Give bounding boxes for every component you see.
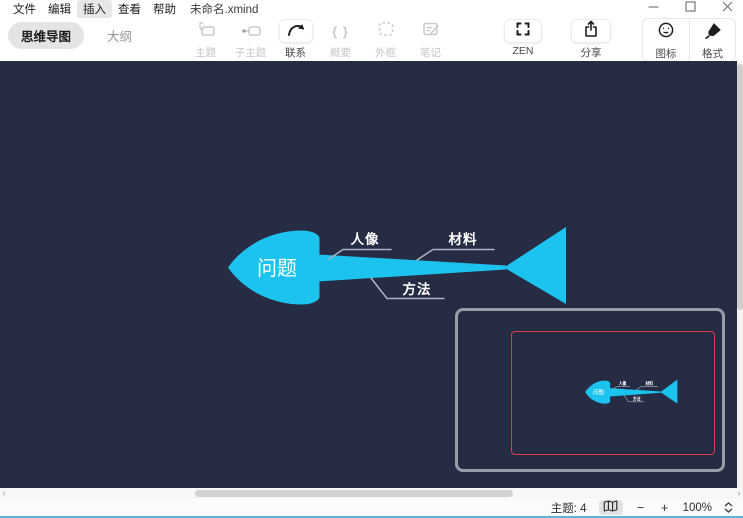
share-icon (579, 19, 603, 44)
topic-count-value: 4 (580, 503, 586, 515)
zoom-stepper[interactable] (724, 502, 733, 513)
toolbar: 思维导图 大纲 主题 子主题 联系 { } 概要 外框 (0, 18, 743, 61)
toolbar-panel-group: 图标 格式 (642, 18, 736, 62)
zoom-level: 100% (683, 502, 712, 514)
zen-button[interactable]: ZEN (498, 18, 548, 60)
note-button[interactable]: 笔记 (408, 18, 453, 60)
tab-mindmap[interactable]: 思维导图 (8, 22, 84, 49)
app-window: 文件 编辑 插入 查看 帮助 未命名.xmind 思维导图 大纲 主题 子主题 (0, 0, 743, 518)
minimap-fishbone: 问题 人像 材料 方法 (583, 377, 679, 407)
menu-insert[interactable]: 插入 (77, 0, 112, 18)
mindmap-canvas[interactable]: 问题 人像 材料 方法 问题 (0, 61, 743, 488)
vertical-scrollbar-thumb[interactable] (737, 64, 743, 310)
fishbone-branch-fangfa[interactable]: 方法 (371, 278, 444, 299)
minimap[interactable]: 问题 人像 材料 方法 (455, 308, 725, 472)
summary-label: 概要 (330, 45, 351, 60)
topic-button[interactable]: 主题 (183, 18, 228, 60)
emoji-icon (655, 20, 677, 45)
summary-icon: { } (332, 24, 349, 39)
maximize-icon[interactable] (685, 1, 696, 12)
fishbone-spine[interactable] (318, 255, 506, 282)
branch-label[interactable]: 材料 (449, 231, 478, 247)
minimap-toggle-button[interactable] (599, 500, 623, 515)
menu-view[interactable]: 查看 (112, 0, 147, 18)
horizontal-scrollbar[interactable]: ‹ › (0, 488, 743, 499)
svg-text:人像: 人像 (619, 379, 627, 385)
toolbar-create-group: 主题 子主题 联系 { } 概要 外框 笔记 (183, 18, 453, 60)
topic-count: 主题: 4 (551, 500, 587, 516)
subtopic-icon (239, 19, 263, 44)
zen-icon (511, 19, 535, 44)
note-icon (419, 19, 443, 44)
topic-icon (194, 19, 218, 44)
subtopic-label: 子主题 (235, 45, 267, 60)
zen-label: ZEN (513, 45, 534, 57)
menu-file[interactable]: 文件 (7, 0, 42, 18)
format-button[interactable]: 格式 (689, 19, 735, 61)
minimize-icon[interactable] (648, 1, 659, 12)
boundary-button[interactable]: 外框 (363, 18, 408, 60)
zoom-in-button[interactable]: + (659, 501, 671, 514)
document-title: 未命名.xmind (190, 1, 258, 17)
icon-marker-button[interactable]: 图标 (643, 19, 689, 61)
relationship-button[interactable]: 联系 (273, 18, 318, 60)
icon-marker-label: 图标 (656, 46, 677, 61)
boundary-label: 外框 (375, 45, 396, 60)
svg-text:材料: 材料 (645, 379, 654, 385)
chevron-up-icon[interactable] (724, 502, 733, 507)
fishbone-head-topic[interactable]: 问题 (257, 257, 297, 280)
summary-button[interactable]: { } 概要 (318, 18, 363, 60)
boundary-icon (374, 19, 398, 44)
view-switcher: 思维导图 大纲 (8, 22, 145, 49)
relationship-label: 联系 (285, 45, 306, 60)
branch-label[interactable]: 人像 (351, 231, 380, 247)
menubar: 文件 编辑 插入 查看 帮助 未命名.xmind (0, 0, 743, 18)
zoom-out-button[interactable]: − (635, 501, 647, 514)
share-label: 分享 (581, 45, 602, 60)
scroll-left-arrow-icon[interactable]: ‹ (0, 488, 8, 499)
format-label: 格式 (702, 46, 723, 61)
subtopic-button[interactable]: 子主题 (228, 18, 273, 60)
fishbone-branch-renxiang[interactable]: 人像 (329, 231, 391, 259)
vertical-scrollbar[interactable] (737, 61, 743, 488)
share-button[interactable]: 分享 (564, 18, 618, 60)
branch-label[interactable]: 方法 (403, 281, 432, 297)
scroll-right-arrow-icon[interactable]: › (735, 488, 743, 499)
chevron-down-icon[interactable] (724, 508, 733, 513)
menu-edit[interactable]: 编辑 (42, 0, 77, 18)
fishbone-branch-cailiao[interactable]: 材料 (417, 231, 494, 260)
window-controls (648, 1, 733, 12)
statusbar: 主题: 4 − + 100% (0, 499, 743, 516)
map-icon (603, 500, 618, 515)
note-label: 笔记 (420, 45, 441, 60)
fishbone-tail[interactable] (504, 227, 566, 304)
tab-outline[interactable]: 大纲 (94, 22, 145, 49)
svg-text:方法: 方法 (633, 395, 641, 401)
menu-help[interactable]: 帮助 (147, 0, 182, 18)
close-icon[interactable] (722, 1, 733, 12)
format-icon (702, 20, 724, 45)
relationship-icon (284, 19, 308, 44)
horizontal-scrollbar-thumb[interactable] (195, 490, 513, 497)
toolbar-view-group: ZEN 分享 (498, 18, 618, 60)
topic-label: 主题 (195, 45, 216, 60)
